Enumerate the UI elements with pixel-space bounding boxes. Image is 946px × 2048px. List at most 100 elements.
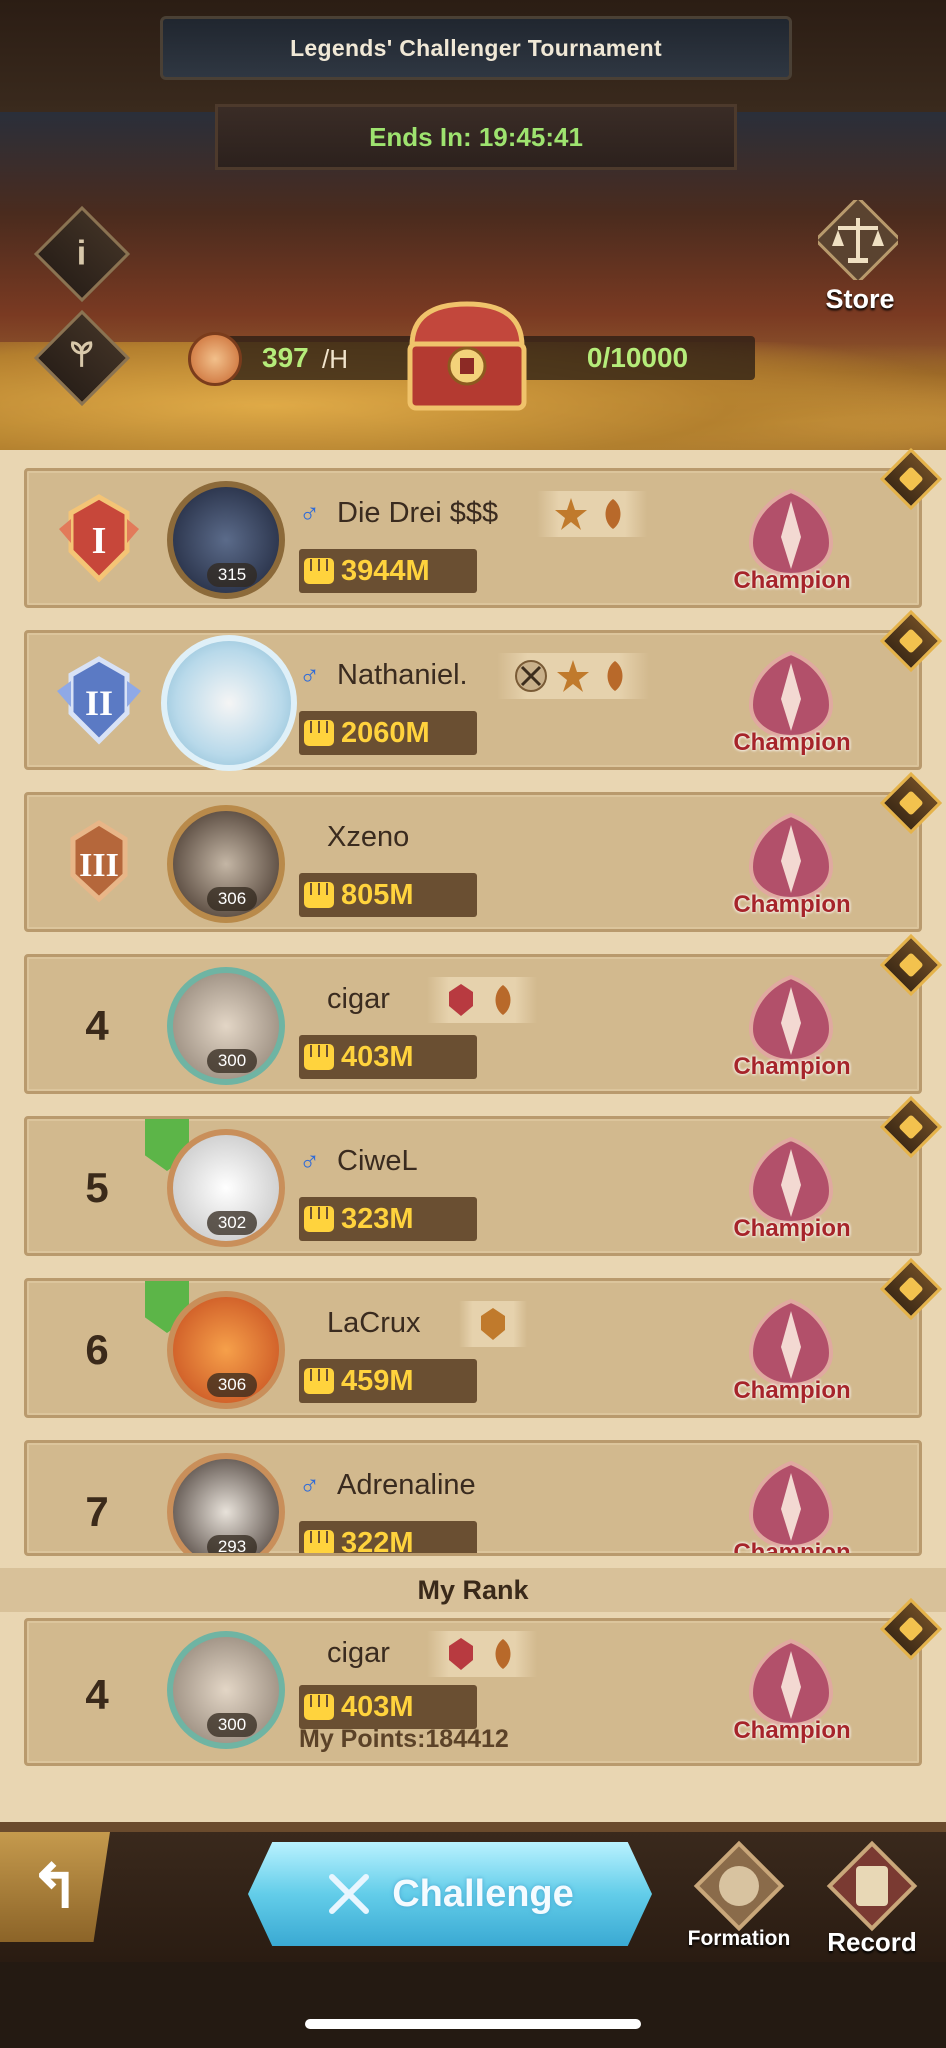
- reward-corner-icon[interactable]: [879, 771, 943, 835]
- list-item[interactable]: III 306 Xzeno 805M Champion: [24, 771, 943, 932]
- home-indicator[interactable]: [305, 2019, 641, 2029]
- challenge-label: Challenge: [392, 1872, 574, 1915]
- challenge-button[interactable]: Challenge: [248, 1842, 652, 1946]
- tournament-title: Legends' Challenger Tournament: [160, 16, 792, 80]
- player-name: cigar: [327, 1637, 390, 1669]
- rate-unit: /H: [322, 344, 348, 374]
- champion-label: Champion: [733, 567, 851, 594]
- avatar[interactable]: [161, 635, 297, 771]
- rate-value: 397: [262, 342, 309, 373]
- emblem-icon: [449, 1638, 473, 1670]
- emblem-icon: [481, 1308, 505, 1340]
- ranking-list[interactable]: I 315 ♂ Die Drei $$$ 3944M Champion II ♂…: [0, 447, 946, 1822]
- list-item[interactable]: 5 302 ♂ CiweL 323M Champion: [24, 1095, 943, 1256]
- avatar[interactable]: 306: [167, 1291, 285, 1409]
- power-value: 2060M: [341, 717, 430, 749]
- champion-emblem-icon: [748, 1638, 834, 1728]
- power-value: 323M: [341, 1203, 414, 1235]
- badge-group: [427, 977, 537, 1023]
- male-icon: ♂: [299, 659, 320, 690]
- champion-emblem-icon: [748, 812, 834, 902]
- reward-corner-icon[interactable]: [879, 933, 943, 997]
- level-badge: 306: [207, 1373, 257, 1397]
- list-item[interactable]: 6 306 LaCrux 459M Champion: [24, 1257, 943, 1418]
- power-box: 322M: [299, 1521, 477, 1556]
- rank-number: 4: [85, 1671, 109, 1718]
- fist-icon: [302, 1042, 336, 1072]
- rank-number: 6: [85, 1326, 109, 1373]
- list-item[interactable]: 7 293 ♂ Adrenaline 322M Champion: [24, 1440, 922, 1556]
- champion-label: Champion: [733, 729, 851, 756]
- player-name: cigar: [327, 983, 390, 1015]
- player-name: Adrenaline: [337, 1469, 476, 1501]
- my-rank-header: My Rank: [0, 1568, 946, 1612]
- champion-emblem-icon: [748, 974, 834, 1064]
- my-rank-row[interactable]: 4 300 cigar 403M My Points:184412 Champi…: [24, 1597, 943, 1766]
- store-button[interactable]: Store: [810, 284, 910, 315]
- player-name: CiweL: [337, 1145, 418, 1177]
- power-value: 322M: [341, 1527, 414, 1556]
- rank-number: 7: [85, 1488, 109, 1535]
- avatar[interactable]: 315: [167, 481, 285, 599]
- player-name: LaCrux: [327, 1307, 421, 1339]
- power-box: 2060M: [299, 711, 477, 755]
- points-progress-panel: 0/10000: [520, 336, 755, 380]
- svg-text:I: I: [92, 520, 107, 562]
- power-value: 403M: [341, 1041, 414, 1073]
- level-badge: 302: [207, 1211, 257, 1235]
- champion-label: Champion: [733, 1377, 851, 1404]
- my-points: My Points:184412: [299, 1725, 509, 1753]
- avatar[interactable]: 293: [167, 1453, 285, 1553]
- fist-icon: [302, 556, 336, 586]
- player-name: Nathaniel.: [337, 659, 468, 691]
- emblem-icon: [555, 498, 587, 530]
- male-icon: ♂: [299, 1469, 320, 1500]
- level-badge: 293: [207, 1535, 257, 1553]
- player-name: Die Drei $$$: [337, 497, 499, 529]
- scales-icon[interactable]: [818, 200, 898, 280]
- emblem-icon: [495, 1639, 511, 1669]
- back-button[interactable]: ↰: [0, 1832, 110, 1942]
- power-value: 403M: [341, 1691, 414, 1723]
- record-label: Record: [827, 1927, 917, 1957]
- champion-label: Champion: [733, 1053, 851, 1080]
- champion-emblem-icon: [748, 1136, 834, 1226]
- list-item[interactable]: II ♂ Nathaniel. 2060M Champion: [24, 609, 943, 771]
- avatar[interactable]: 306: [167, 805, 285, 923]
- list-item[interactable]: I 315 ♂ Die Drei $$$ 3944M Champion: [24, 447, 943, 608]
- list-item[interactable]: 4 300 cigar 403M Champion: [24, 933, 943, 1094]
- rank-number: 5: [85, 1164, 109, 1211]
- emblem-icon: [605, 499, 621, 529]
- countdown-timer: Ends In: 19:45:41: [215, 104, 737, 170]
- bottom-safe-area: [0, 1962, 946, 2048]
- power-box: 403M: [299, 1035, 477, 1079]
- formation-label: Formation: [687, 1927, 791, 1950]
- power-box: 805M: [299, 873, 477, 917]
- avatar[interactable]: 300: [167, 1631, 285, 1749]
- reward-corner-icon[interactable]: [879, 609, 943, 673]
- badge-group: [427, 1631, 537, 1677]
- level-badge: 306: [207, 887, 257, 911]
- formation-button[interactable]: Formation: [684, 1836, 794, 1951]
- champion-emblem-icon: [748, 1298, 834, 1388]
- avatar[interactable]: 300: [167, 967, 285, 1085]
- fist-icon: [302, 880, 336, 910]
- reward-corner-icon[interactable]: [879, 1095, 943, 1159]
- sprout-icon: [67, 339, 97, 378]
- crossed-swords-icon: [515, 660, 547, 692]
- record-button[interactable]: Record: [812, 1836, 932, 1958]
- reward-corner-icon[interactable]: [879, 1257, 943, 1321]
- badge-group: [459, 1301, 527, 1347]
- fist-icon: [302, 1528, 336, 1553]
- reward-corner-icon[interactable]: [879, 447, 943, 511]
- avatar[interactable]: 302: [167, 1129, 285, 1247]
- badge-group: [497, 653, 649, 699]
- fist-icon: [302, 1204, 336, 1234]
- power-box: 459M: [299, 1359, 477, 1403]
- fist-icon: [302, 1366, 336, 1396]
- emblem-icon: [557, 660, 589, 692]
- champion-label: Champion: [733, 1539, 851, 1556]
- rank-1-medal-icon: I: [59, 494, 139, 583]
- treasure-chest-icon[interactable]: [398, 296, 536, 416]
- power-box: 323M: [299, 1197, 477, 1241]
